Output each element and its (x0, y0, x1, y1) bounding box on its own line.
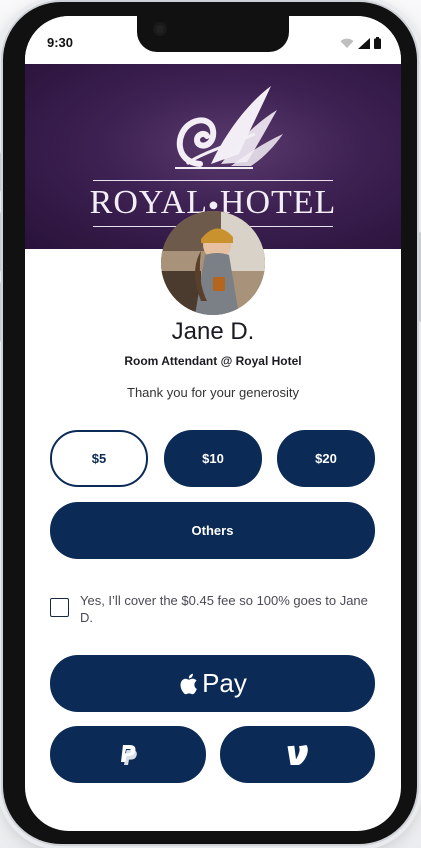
amount-5-button[interactable]: $5 (50, 430, 148, 487)
camera-icon (153, 22, 167, 36)
status-icons (340, 37, 381, 49)
status-time: 9:30 (47, 35, 74, 50)
phone-screen: 9:30 ROYAL●HOTEL Jane D. Room Attendant … (25, 16, 401, 831)
phone-side-button (0, 212, 1, 272)
apple-pay-label: Pay (202, 668, 247, 698)
avatar (161, 211, 265, 315)
wifi-icon (340, 38, 354, 48)
status-bar: 9:30 (25, 16, 401, 64)
cover-fee-text: Yes, I’ll cover the $0.45 fee so 100% go… (80, 593, 368, 625)
paypal-button[interactable] (50, 726, 206, 783)
phone-notch (137, 16, 289, 52)
others-amount-button[interactable]: Others (50, 502, 375, 559)
battery-icon (374, 37, 381, 49)
amount-10-button[interactable]: $10 (164, 430, 262, 487)
amount-label: $20 (315, 451, 337, 466)
recipient-role: Room Attendant @ Royal Hotel (124, 354, 302, 368)
logo-hotel-text: HOTEL (219, 184, 337, 221)
phone-frame: 9:30 ROYAL●HOTEL Jane D. Room Attendant … (0, 2, 421, 844)
venmo-button[interactable] (220, 726, 375, 783)
logo-rule-top (93, 180, 333, 181)
signal-icon (358, 38, 370, 49)
thank-you-message: Thank you for your generosity (127, 385, 299, 400)
page-background: 9:30 ROYAL●HOTEL Jane D. Room Attendant … (0, 0, 421, 848)
phone-side-button (0, 152, 1, 192)
avatar-photo (161, 211, 265, 315)
amount-label: $5 (91, 451, 107, 466)
cover-fee-checkbox[interactable] (50, 598, 69, 617)
paypal-icon (121, 744, 137, 765)
cover-fee-option: Yes, I’ll cover the $0.45 fee so 100% go… (50, 592, 380, 626)
phone-side-button (0, 282, 1, 342)
venmo-icon (287, 744, 308, 765)
others-label: Others (191, 523, 234, 538)
apple-pay-button[interactable]: Pay (50, 655, 375, 712)
amount-20-button[interactable]: $20 (277, 430, 375, 487)
apple-icon (180, 673, 197, 694)
amount-label: $10 (202, 451, 224, 466)
recipient-name: Jane D. (171, 318, 255, 345)
